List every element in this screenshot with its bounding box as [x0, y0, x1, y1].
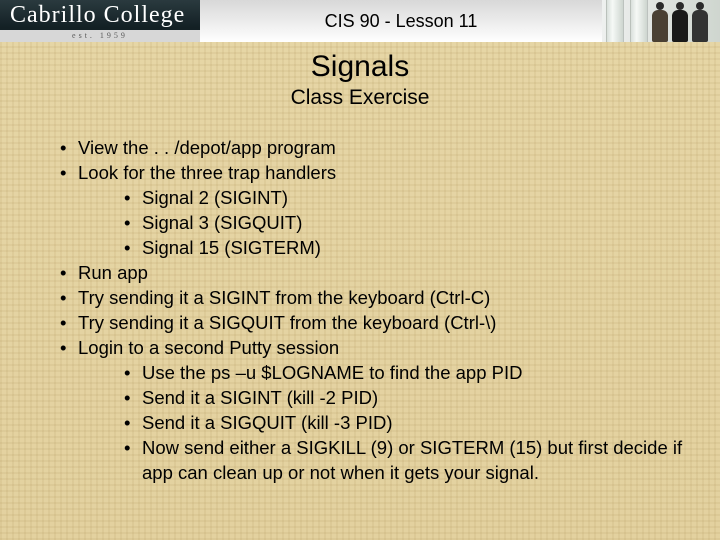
pillar-icon	[606, 0, 624, 42]
sublist: Signal 2 (SIGINT) Signal 3 (SIGQUIT) Sig…	[60, 186, 690, 261]
person-icon	[672, 10, 688, 42]
list-item: Signal 15 (SIGTERM)	[124, 236, 690, 261]
list-item: View the . . /depot/app program	[60, 136, 690, 161]
list-item: Signal 3 (SIGQUIT)	[124, 211, 690, 236]
slide-subtitle: Class Exercise	[30, 86, 690, 110]
sublist: Use the ps –u $LOGNAME to find the app P…	[60, 361, 690, 486]
bullet-list: View the . . /depot/app program Look for…	[30, 136, 690, 486]
slide-title: Signals	[30, 50, 690, 84]
slide-body: Signals Class Exercise View the . . /dep…	[0, 42, 720, 506]
header-photo	[602, 0, 720, 42]
list-item: Login to a second Putty session	[60, 336, 690, 361]
list-item: Send it a SIGQUIT (kill -3 PID)	[124, 411, 690, 436]
college-logo: Cabrillo College est. 1959	[0, 0, 200, 42]
slide-header: Cabrillo College est. 1959 CIS 90 - Less…	[0, 0, 720, 42]
list-item: Now send either a SIGKILL (9) or SIGTERM…	[124, 436, 690, 486]
list-item: Try sending it a SIGQUIT from the keyboa…	[60, 311, 690, 336]
list-item: Signal 2 (SIGINT)	[124, 186, 690, 211]
list-item: Send it a SIGINT (kill -2 PID)	[124, 386, 690, 411]
list-item: Look for the three trap handlers	[60, 161, 690, 186]
person-icon	[652, 10, 668, 42]
logo-text: Cabrillo College	[10, 2, 185, 29]
list-item: Run app	[60, 261, 690, 286]
list-item: Try sending it a SIGINT from the keyboar…	[60, 286, 690, 311]
course-title: CIS 90 - Lesson 11	[200, 0, 602, 42]
established-text: est. 1959	[0, 30, 200, 42]
list-item: Use the ps –u $LOGNAME to find the app P…	[124, 361, 690, 386]
person-icon	[692, 10, 708, 42]
pillar-icon	[630, 0, 648, 42]
